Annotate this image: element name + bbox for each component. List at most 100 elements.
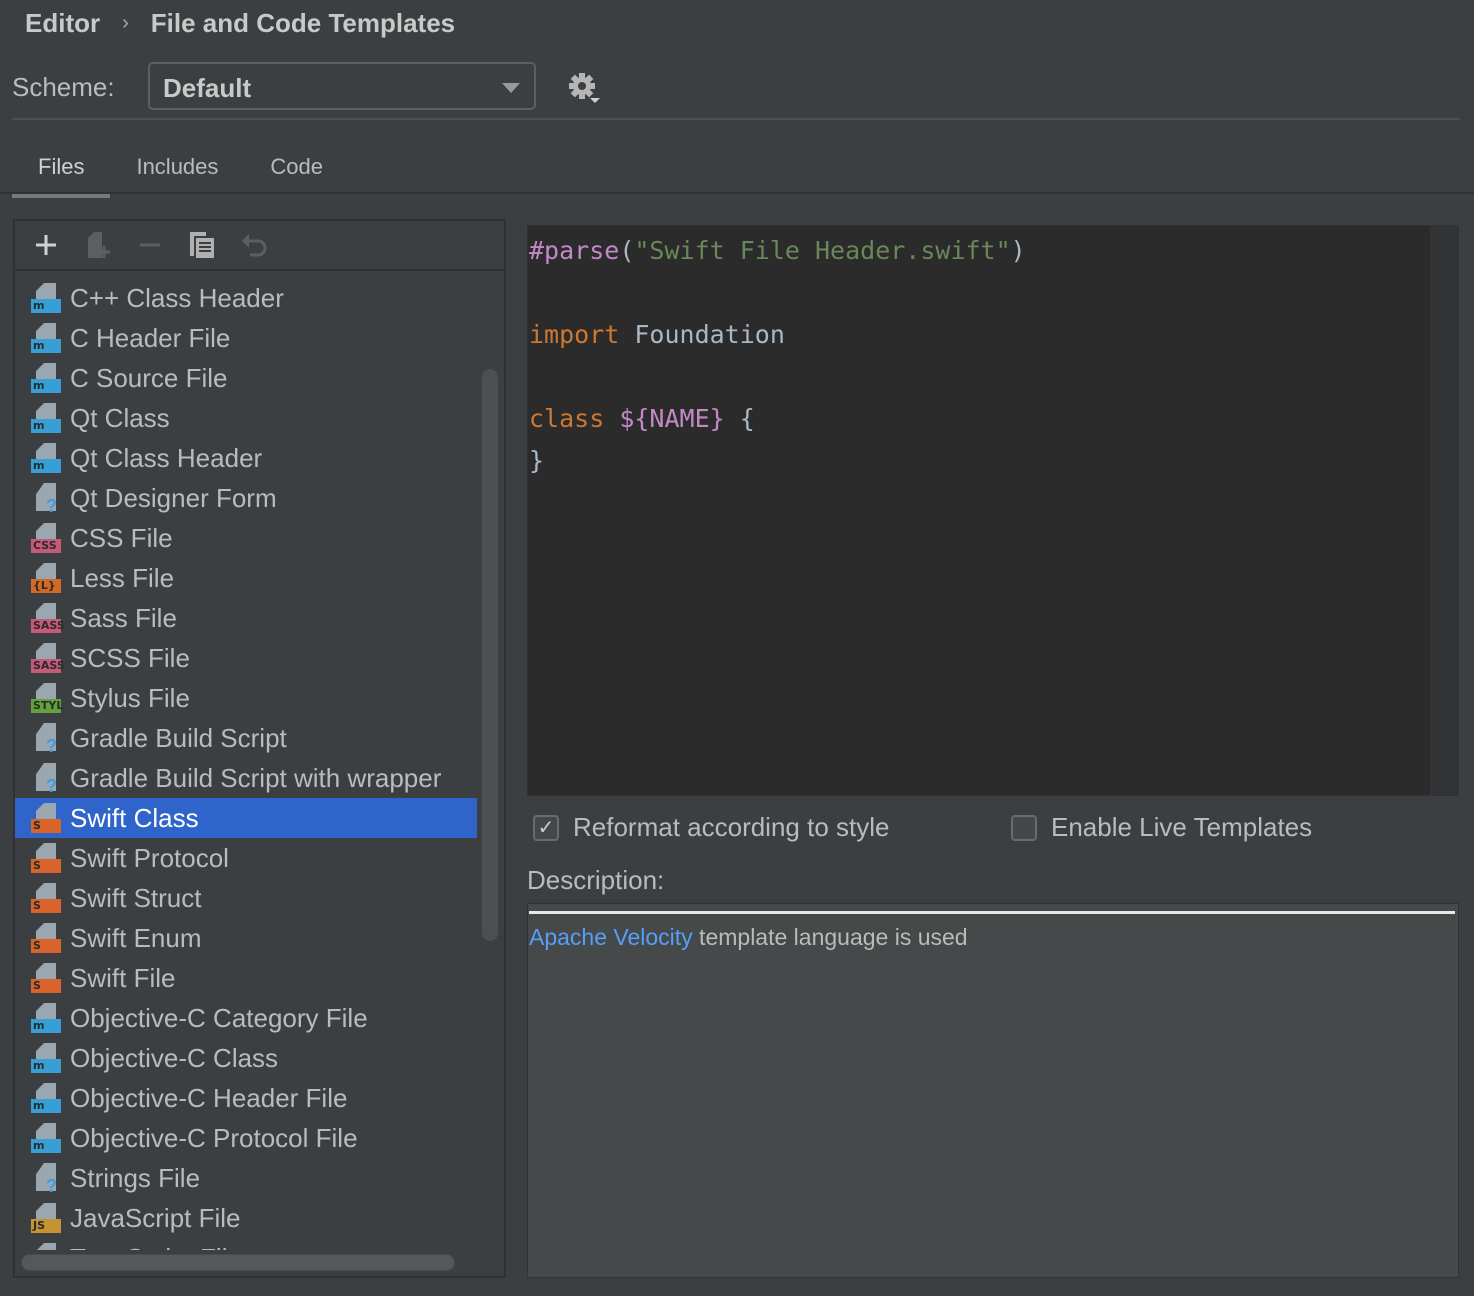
list-item-label: Swift Enum [70, 922, 202, 953]
list-item[interactable]: m Objective-C Class [15, 1038, 477, 1078]
code-token: Foundation [619, 320, 785, 349]
templates-toolbar [15, 221, 504, 271]
list-item[interactable]: m C Source File [15, 358, 477, 398]
list-item[interactable]: m Qt Class [15, 398, 477, 438]
list-item-label: Swift Struct [70, 882, 202, 913]
list-item-label: SCSS File [70, 642, 190, 673]
list-item[interactable]: SASS SCSS File [15, 638, 477, 678]
tab-files[interactable]: Files [12, 150, 111, 198]
code-token: ) [1010, 236, 1026, 265]
breadcrumb-parent[interactable]: Editor [25, 8, 100, 39]
list-item[interactable]: m Qt Class Header [15, 438, 477, 478]
live-templates-label: Enable Live Templates [1051, 812, 1313, 842]
list-item-label: Gradle Build Script [70, 722, 287, 753]
unknown-file-icon: ? [31, 483, 61, 516]
list-item[interactable]: TypeScript File [15, 1238, 477, 1250]
list-item[interactable]: S Swift Protocol [15, 838, 477, 878]
list-item[interactable]: m Objective-C Category File [15, 998, 477, 1038]
file-type-icon: m [31, 443, 61, 473]
list-item-label: Swift File [70, 962, 176, 993]
template-editor[interactable]: #parse("Swift File Header.swift") import… [527, 225, 1459, 796]
chevron-right-icon: › [122, 12, 129, 34]
code-token: #parse [529, 236, 620, 265]
file-type-icon [31, 1243, 61, 1250]
file-type-icon: CSS [31, 523, 61, 553]
file-type-icon: STYL [31, 683, 63, 713]
code-token: import [529, 320, 620, 349]
file-type-icon: m [31, 323, 61, 353]
template-code[interactable]: #parse("Swift File Header.swift") import… [529, 230, 1026, 482]
scheme-dropdown[interactable]: Default [148, 62, 536, 110]
checkbox-empty-icon [1011, 814, 1037, 841]
code-token: ${NAME} [619, 404, 725, 433]
code-token: } [529, 446, 545, 475]
list-item[interactable]: m Objective-C Header File [15, 1078, 477, 1118]
list-item-label: Sass File [70, 602, 177, 633]
live-templates-checkbox[interactable]: Enable Live Templates [1011, 812, 1312, 843]
list-item[interactable]: CSS CSS File [15, 518, 477, 558]
unknown-file-icon: ? [31, 723, 61, 756]
list-item[interactable]: S Swift Struct [15, 878, 477, 918]
description-pane: Apache Velocity template language is use… [527, 903, 1459, 1278]
list-item-label: Swift Class [70, 802, 199, 833]
list-item[interactable]: JS JavaScript File [15, 1198, 477, 1238]
plus-icon[interactable] [31, 230, 61, 260]
list-item-label: Objective-C Header File [70, 1082, 348, 1113]
list-item[interactable]: m C Header File [15, 318, 477, 358]
breadcrumb: Editor › File and Code Templates [25, 8, 455, 39]
code-line: } [529, 440, 1026, 482]
code-token: class [529, 404, 605, 433]
list-item[interactable]: ? Gradle Build Script [15, 718, 477, 758]
list-item[interactable]: {L} Less File [15, 558, 477, 598]
add-child-file-icon[interactable] [83, 230, 113, 260]
list-item[interactable]: ? Strings File [15, 1158, 477, 1198]
scheme-label: Scheme: [12, 72, 115, 102]
list-item[interactable]: S Swift Class [15, 798, 477, 838]
list-item[interactable]: ? Gradle Build Script with wrapper [15, 758, 477, 798]
checkmark-icon: ✓ [533, 814, 559, 841]
gear-icon[interactable] [566, 70, 602, 106]
unknown-file-icon: ? [31, 763, 61, 796]
list-item-label: Qt Designer Form [70, 482, 277, 513]
divider [529, 911, 1455, 914]
code-token: ( [619, 236, 635, 265]
list-item-label: CSS File [70, 522, 173, 553]
list-item-label: Stylus File [70, 682, 190, 713]
list-item[interactable]: m C++ Class Header [15, 278, 477, 318]
list-item-label: TypeScript File [70, 1243, 242, 1251]
tab-code[interactable]: Code [244, 150, 349, 198]
tab-includes[interactable]: Includes [110, 150, 244, 198]
apache-velocity-link[interactable]: Apache Velocity [529, 924, 693, 950]
list-item[interactable]: ? Qt Designer Form [15, 478, 477, 518]
file-type-icon: JS [31, 1203, 61, 1233]
list-item[interactable]: SASS Sass File [15, 598, 477, 638]
list-item-label: Objective-C Protocol File [70, 1122, 358, 1153]
list-item-label: Less File [70, 562, 175, 593]
code-line: #parse("Swift File Header.swift") [529, 230, 1026, 272]
editor-scroll-gutter [1430, 226, 1458, 795]
list-item[interactable]: S Swift File [15, 958, 477, 998]
file-type-icon: m [31, 403, 61, 433]
file-type-icon: {L} [31, 563, 61, 593]
tab-bar: Files Includes Code [12, 150, 349, 198]
list-item-label: JavaScript File [70, 1202, 241, 1233]
vertical-scrollbar[interactable] [482, 369, 498, 941]
list-item[interactable]: S Swift Enum [15, 918, 477, 958]
file-type-icon: m [31, 1083, 61, 1113]
templates-list: m C++ Class Header m C Header File m C Source… [15, 272, 477, 1250]
list-item-label: C++ Class Header [70, 282, 284, 313]
revert-icon[interactable] [239, 230, 269, 260]
description-label: Description: [527, 865, 665, 895]
horizontal-scrollbar[interactable] [21, 1254, 455, 1271]
file-type-icon: S [31, 963, 61, 993]
list-item[interactable]: m Objective-C Protocol File [15, 1118, 477, 1158]
reformat-checkbox[interactable]: ✓ Reformat according to style [533, 812, 889, 843]
code-line: import Foundation [529, 314, 1026, 356]
description-text: template language is used [692, 924, 968, 950]
page-title: File and Code Templates [150, 8, 456, 38]
list-item[interactable]: STYL Stylus File [15, 678, 477, 718]
copy-icon[interactable] [187, 230, 217, 260]
minus-icon[interactable] [135, 230, 165, 260]
file-type-icon: m [31, 363, 61, 393]
